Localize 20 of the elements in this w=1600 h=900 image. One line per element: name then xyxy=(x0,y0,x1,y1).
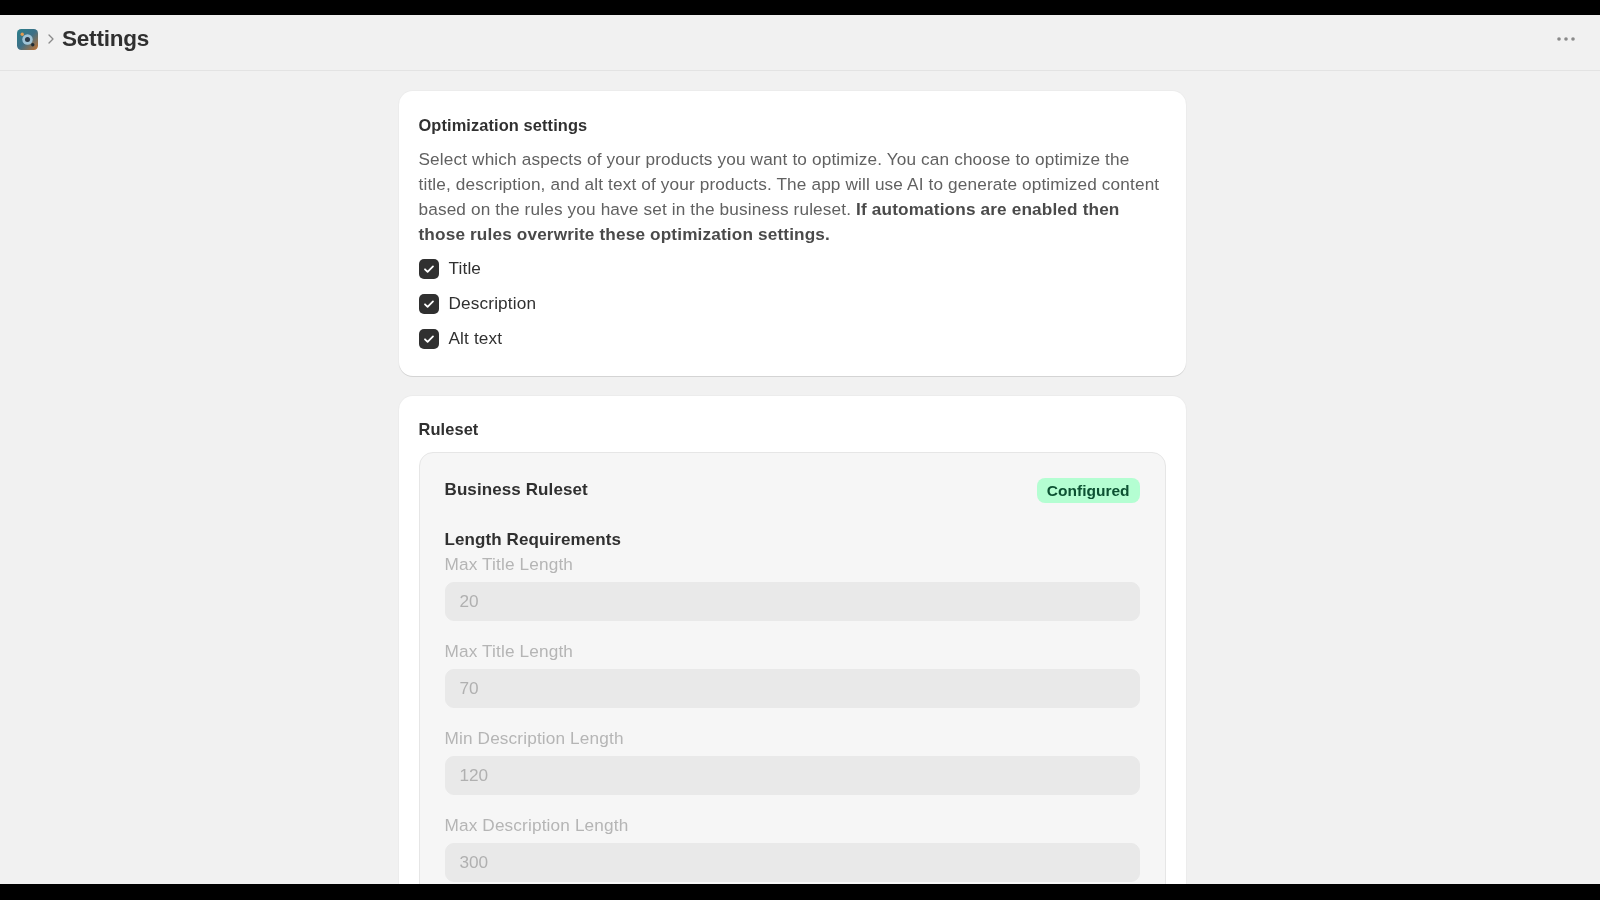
checkbox-label[interactable]: Description xyxy=(448,293,537,314)
card-title: Optimization settings xyxy=(418,115,589,136)
checkbox-label[interactable]: Alt text xyxy=(448,328,503,349)
app-icon[interactable] xyxy=(17,28,38,50)
checkbox[interactable] xyxy=(418,328,439,349)
checkbox[interactable] xyxy=(418,293,439,314)
field-label: Max Title Length xyxy=(444,640,574,663)
section-heading: Length Requirements xyxy=(444,529,623,551)
page-title: Settings xyxy=(62,25,150,53)
card-description: Select which aspects of your products you want to optimize. You can choose to optimize the title, description, and alt text of your products. The app will use AI to generate optimized content based on the rules you have set in the business ruleset. If automations are enabled then those rules overwrite these optimization settings. xyxy=(418,148,1161,246)
card-title: Ruleset xyxy=(418,419,480,440)
field-label: Max Title Length xyxy=(444,553,574,576)
checkbox-label[interactable]: Title xyxy=(448,258,482,279)
checkbox[interactable] xyxy=(418,258,439,279)
status-badge: Configured xyxy=(1036,477,1140,503)
ellipsis-icon xyxy=(1557,37,1575,41)
field-label: Max Description Length xyxy=(444,814,630,837)
field-label: Min Description Length xyxy=(444,727,625,750)
ruleset-name: Business Ruleset xyxy=(444,479,588,501)
chevron-right-icon xyxy=(48,34,54,44)
